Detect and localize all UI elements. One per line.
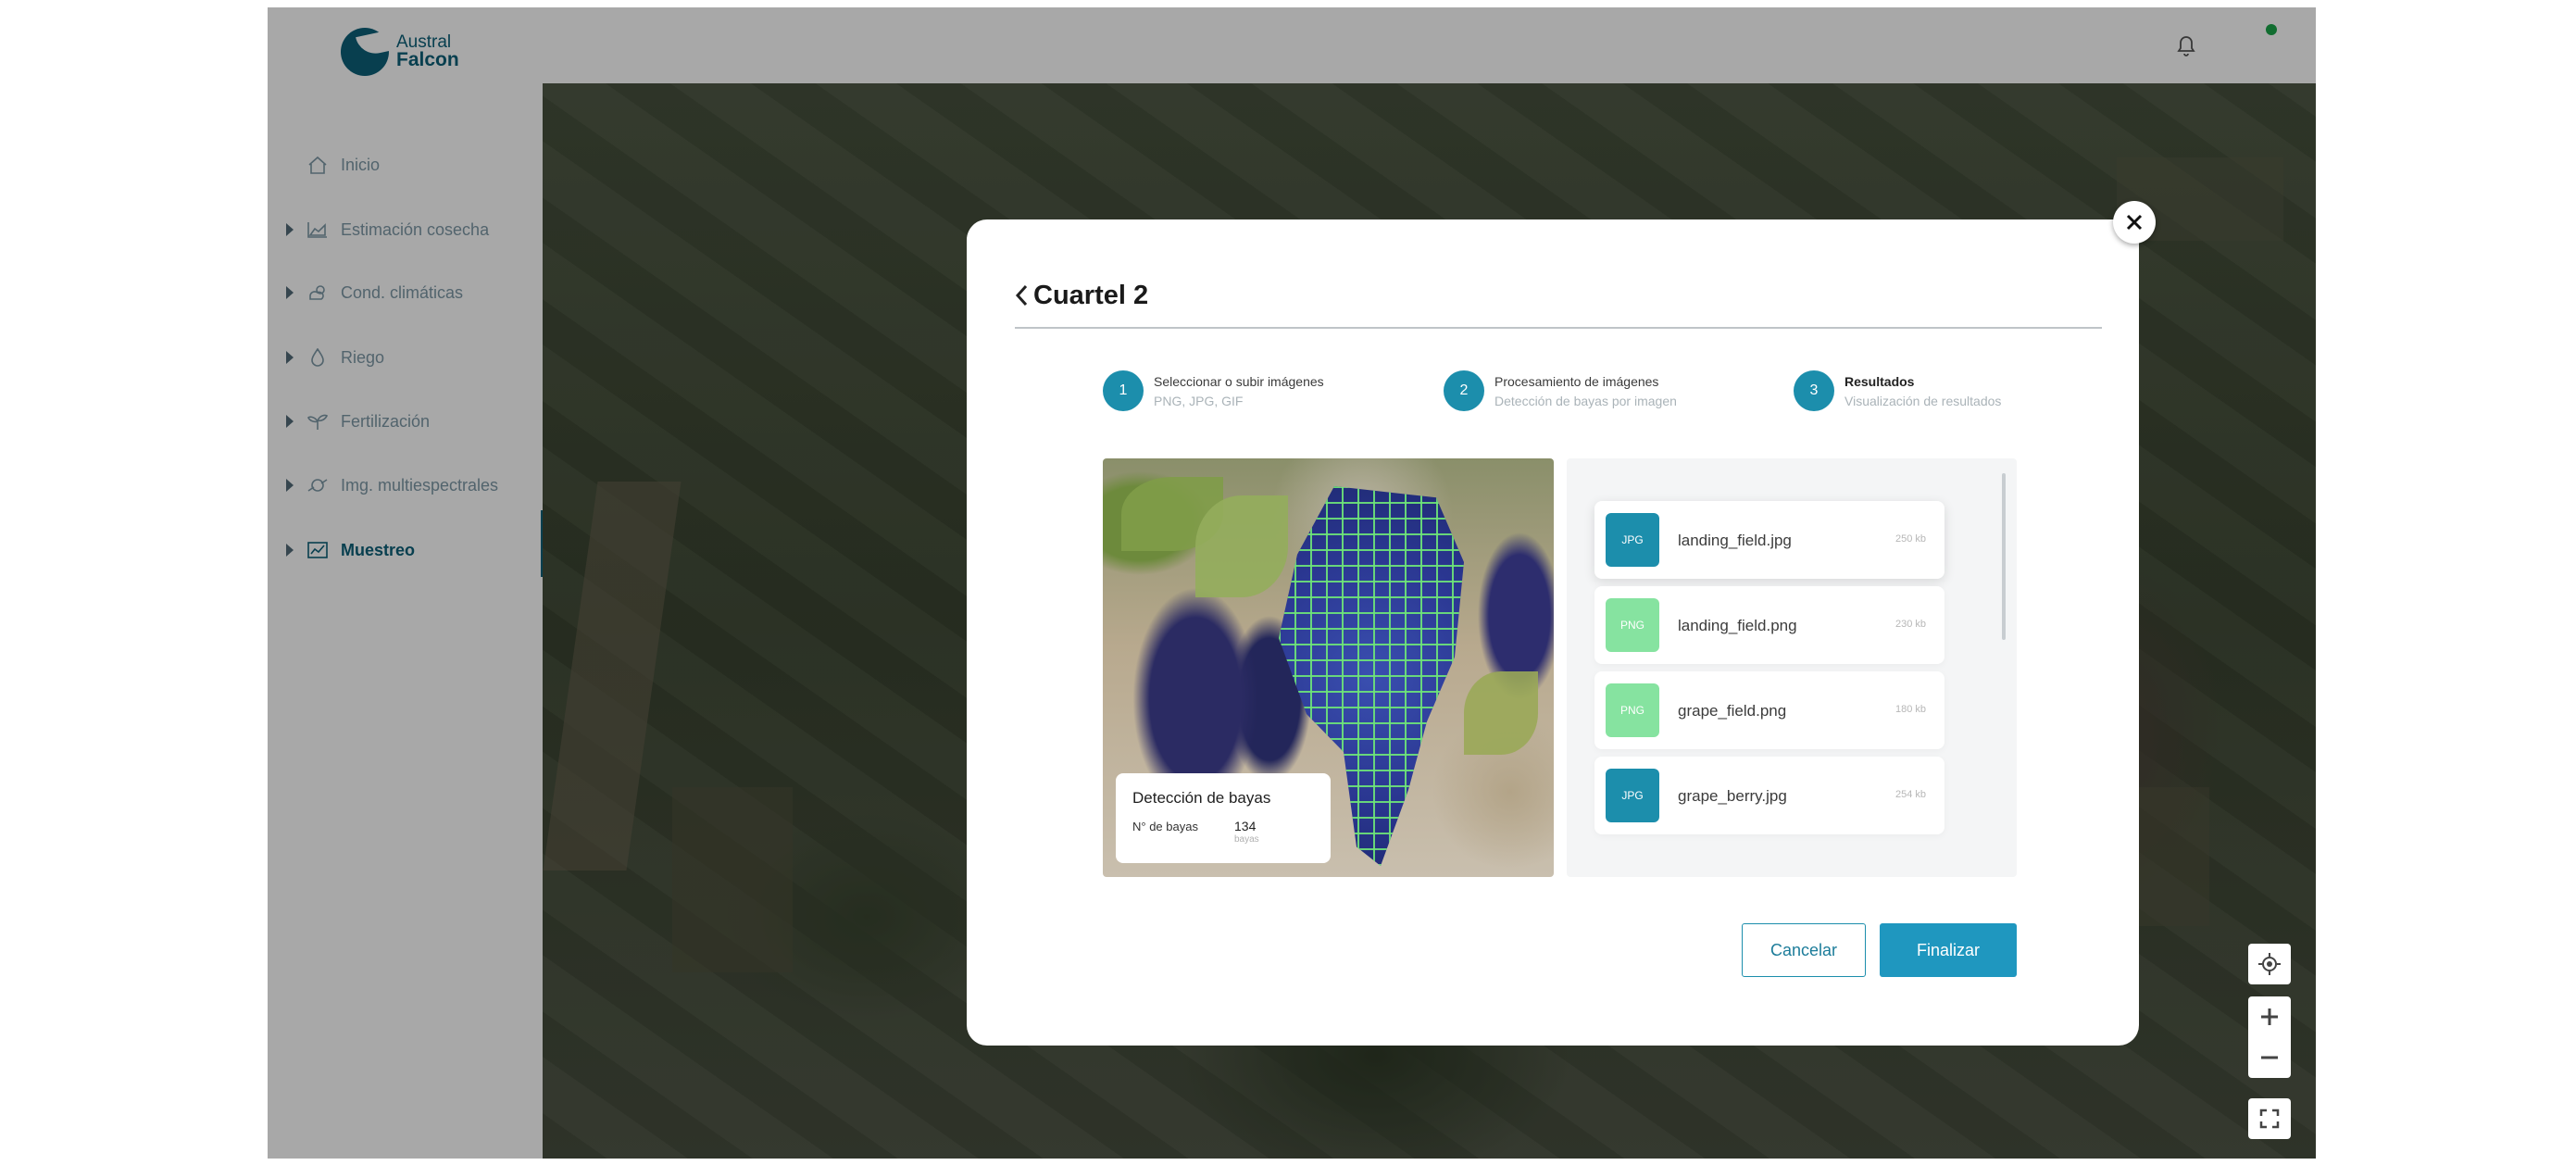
locate-button[interactable] xyxy=(2248,944,2291,984)
fullscreen-button[interactable] xyxy=(2248,1098,2291,1139)
close-icon xyxy=(2126,214,2143,231)
berry-count-value: 134 xyxy=(1234,819,1257,833)
app-window: Austral Falcon Inicio Estimación cosecha… xyxy=(268,7,2316,1159)
step-subtitle: Visualización de resultados xyxy=(1844,394,2002,408)
file-item[interactable]: PNG landing_field.png 230 kb xyxy=(1594,586,1945,664)
step-subtitle: Detección de bayas por imagen xyxy=(1494,394,1677,408)
berry-count-label: N° de bayas xyxy=(1132,820,1198,833)
cancel-button[interactable]: Cancelar xyxy=(1742,923,1866,977)
zoom-out-icon xyxy=(2261,1056,2278,1059)
scrollbar[interactable] xyxy=(2002,473,2006,862)
back-chevron-icon[interactable] xyxy=(1015,284,1030,307)
png-file-icon: PNG xyxy=(1606,683,1659,737)
file-item[interactable]: JPG landing_field.jpg 250 kb xyxy=(1594,501,1945,579)
step-number: 3 xyxy=(1794,370,1834,411)
zoom-out-button[interactable] xyxy=(2248,1037,2291,1078)
step-number: 1 xyxy=(1103,370,1144,411)
leaf-shape xyxy=(1195,495,1288,597)
file-list[interactable]: JPG landing_field.jpg 250 kb PNG landing… xyxy=(1567,458,2017,877)
file-size: 250 kb xyxy=(1894,533,1926,545)
step-title: Seleccionar o subir imágenes xyxy=(1154,374,1324,389)
scrollbar-thumb[interactable] xyxy=(2002,473,2006,640)
berry-count-unit: bayas xyxy=(1234,834,1259,845)
jpg-file-icon: JPG xyxy=(1606,769,1659,822)
file-size: 230 kb xyxy=(1894,619,1926,630)
file-name: landing_field.png xyxy=(1678,617,1797,634)
leaf-shape xyxy=(1464,671,1538,755)
step-number: 2 xyxy=(1444,370,1484,411)
modal-header: Cuartel 2 xyxy=(1015,275,2102,329)
file-name: grape_field.png xyxy=(1678,702,1787,720)
file-item[interactable]: JPG grape_berry.jpg 254 kb xyxy=(1594,757,1945,834)
detection-title: Detección de bayas xyxy=(1132,789,1271,807)
file-size: 254 kb xyxy=(1894,789,1926,800)
jpg-file-icon: JPG xyxy=(1606,513,1659,567)
finish-button[interactable]: Finalizar xyxy=(1880,923,2017,977)
step-title: Resultados xyxy=(1844,374,1915,389)
file-name: landing_field.jpg xyxy=(1678,532,1792,549)
step-title: Procesamiento de imágenes xyxy=(1494,374,1659,389)
zoom-in-icon xyxy=(2261,1008,2278,1025)
file-name: grape_berry.jpg xyxy=(1678,787,1787,805)
png-file-icon: PNG xyxy=(1606,598,1659,652)
close-button[interactable] xyxy=(2113,201,2156,244)
grape-detection-image: Detección de bayas N° de bayas 134 bayas xyxy=(1103,458,1554,877)
zoom-in-button[interactable] xyxy=(2248,996,2291,1037)
fullscreen-icon xyxy=(2259,1109,2280,1129)
file-size: 180 kb xyxy=(1894,704,1926,715)
locate-icon xyxy=(2258,953,2281,975)
results-modal: Cuartel 2 1 Seleccionar o subir imágenes… xyxy=(967,201,2156,1046)
detection-summary-card: Detección de bayas N° de bayas 134 bayas xyxy=(1116,773,1331,863)
step-subtitle: PNG, JPG, GIF xyxy=(1154,394,1244,408)
file-item[interactable]: PNG grape_field.png 180 kb xyxy=(1594,671,1945,749)
modal-title: Cuartel 2 xyxy=(1033,281,1149,310)
